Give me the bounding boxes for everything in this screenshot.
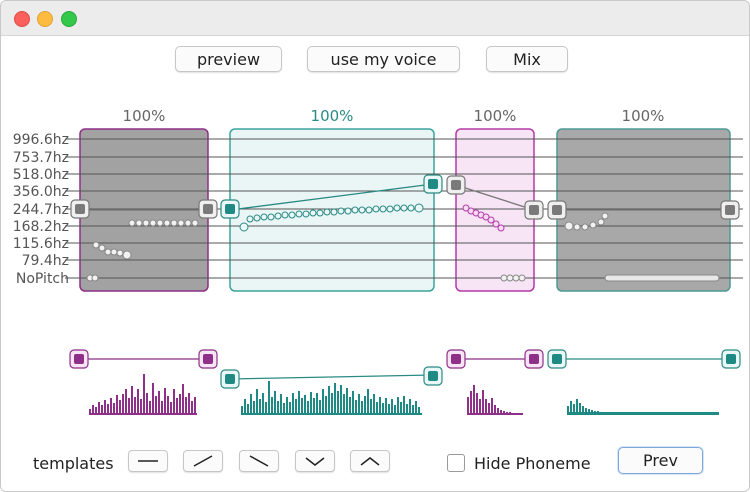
pitch-handle-core (203, 204, 213, 214)
pitch-label: 115.6hz (13, 236, 69, 252)
pitch-editor-canvas[interactable]: 100% 100% 100% 100% 996.6hz 753.7hz 518.… (1, 1, 750, 492)
pitch-label: 996.6hz (13, 132, 69, 148)
pitch-label: 244.7hz (13, 202, 69, 218)
pitch-handle-core (529, 205, 539, 215)
pitch-handle-core (552, 205, 562, 215)
template-peak-button[interactable] (350, 450, 390, 472)
segment-3-percent: 100% (474, 107, 517, 125)
volume-handle-core (428, 371, 438, 381)
hide-phoneme-label[interactable]: Hide Phoneme (474, 454, 591, 473)
valley-icon (305, 457, 325, 466)
pitch-label: NoPitch (16, 271, 69, 287)
pitch-label: 518.0hz (13, 167, 69, 183)
volume-handle-core (451, 354, 461, 364)
volume-handle-core (203, 354, 213, 364)
template-rising-button[interactable] (183, 450, 223, 472)
templates-label: templates (33, 454, 114, 473)
pitch-label: 356.0hz (13, 184, 69, 200)
falling-line-icon (249, 455, 269, 467)
peak-icon (360, 457, 380, 466)
pitch-label: 753.7hz (13, 150, 69, 166)
waveform-segment-4 (567, 399, 719, 415)
app-window: preview use my voice Mix 100% 100% 100% … (0, 0, 750, 492)
waveform-segment-2 (241, 381, 422, 415)
prev-button[interactable]: Prev (618, 447, 703, 474)
hide-phoneme-checkbox[interactable] (447, 454, 465, 472)
template-falling-button[interactable] (239, 450, 279, 472)
template-valley-button[interactable] (295, 450, 335, 472)
volume-handle-core (552, 354, 562, 364)
pitch-label: 168.2hz (13, 219, 69, 235)
segment-1-percent: 100% (123, 107, 166, 125)
pitch-handle-core (225, 204, 235, 214)
waveform-segment-1 (89, 374, 197, 415)
volume-handles[interactable] (69, 349, 741, 389)
volume-handle-core (225, 374, 235, 384)
volume-handle-core (74, 354, 84, 364)
pitch-label: 79.4hz (22, 253, 69, 269)
pitch-handle-core (451, 180, 461, 190)
segment-2-percent: 100% (311, 107, 354, 125)
volume-lines (79, 358, 731, 380)
volume-handle-core (726, 354, 736, 364)
pitch-handle-core (75, 204, 85, 214)
flat-line-icon (138, 460, 158, 462)
segment-4-percent: 100% (622, 107, 665, 125)
rising-line-icon (193, 455, 213, 467)
pitch-handle-core (725, 205, 735, 215)
volume-handle-core (529, 354, 539, 364)
template-flat-button[interactable] (128, 450, 168, 472)
pitch-handle-core (428, 179, 438, 189)
nopitch-run-segment-4 (604, 274, 720, 282)
waveform-segment-3 (467, 385, 523, 415)
